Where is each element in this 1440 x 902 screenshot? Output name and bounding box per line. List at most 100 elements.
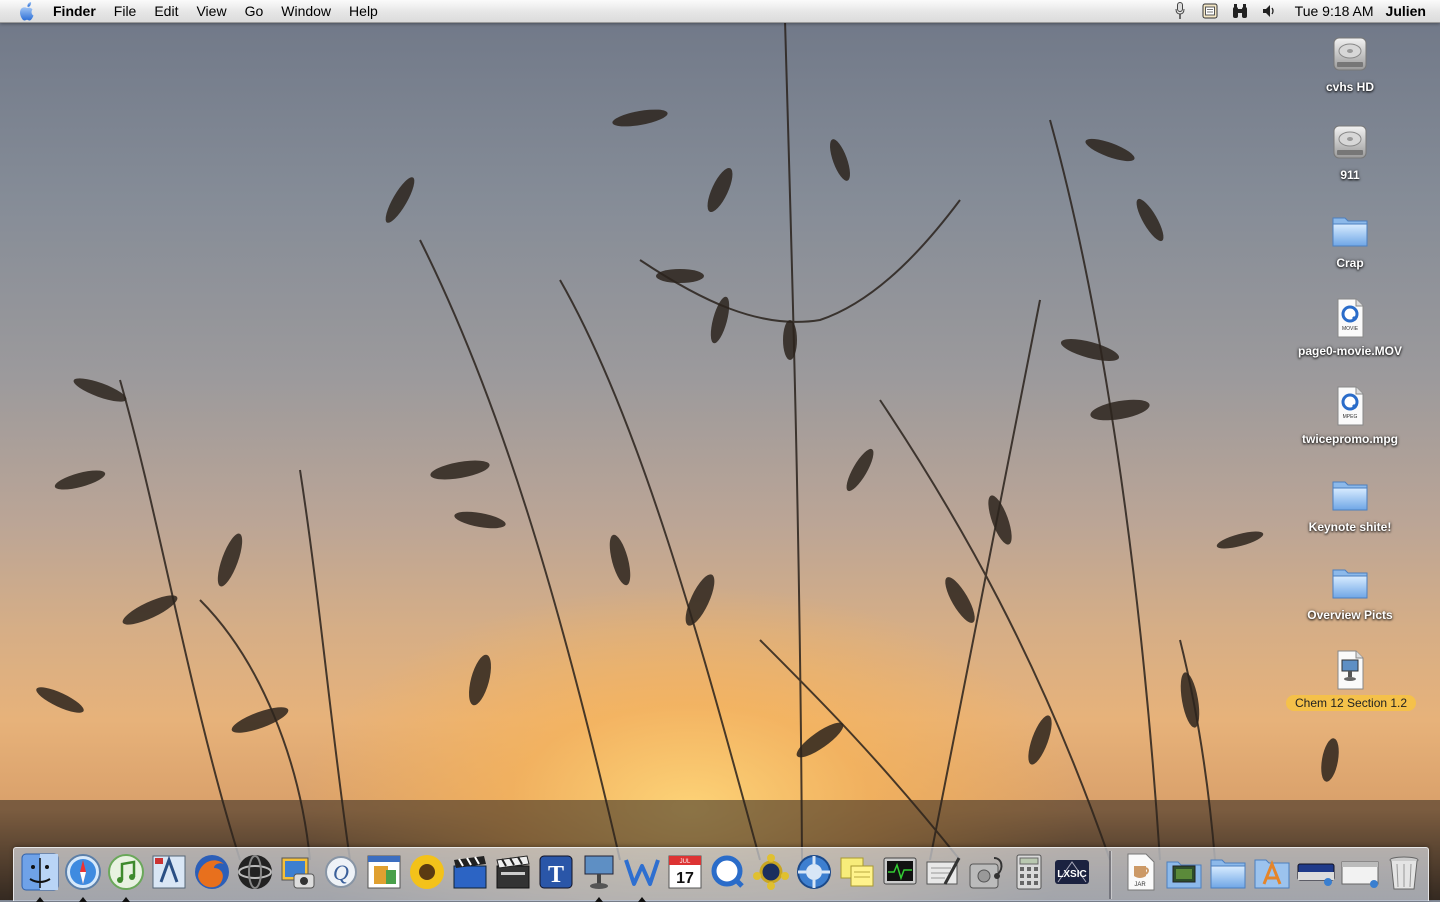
menu-clock[interactable]: Tue 9:18 AM xyxy=(1285,3,1386,19)
menu-finder[interactable]: Finder xyxy=(44,0,105,22)
desktop-item-crap[interactable]: Crap xyxy=(1286,208,1414,272)
dock-item-keynote[interactable] xyxy=(579,852,619,902)
dock-item-ical[interactable]: JUL 17 xyxy=(665,852,705,892)
dock-item-network[interactable] xyxy=(751,852,791,892)
dock-item-word[interactable] xyxy=(622,852,662,902)
quicktime-icon xyxy=(711,855,744,888)
mail-icon xyxy=(152,855,186,889)
dock-item-activity-monitor[interactable] xyxy=(880,852,920,892)
desktop-item-keynote-shite[interactable]: Keynote shite! xyxy=(1286,472,1414,536)
dock-item-camino[interactable] xyxy=(235,852,275,892)
dock-item-iphoto[interactable] xyxy=(278,852,318,892)
desktop-item-chem-12[interactable]: Chem 12 Section 1.2 xyxy=(1286,648,1417,712)
dock-item-quicksilver[interactable]: Q xyxy=(321,852,361,892)
dock: Q T JUL 17 LXSIC JAR xyxy=(13,847,1429,902)
dock-item-drive-stack[interactable] xyxy=(1296,852,1336,892)
folder-icon xyxy=(1328,208,1372,252)
dock-item-calculator[interactable] xyxy=(1009,852,1049,892)
file-badge: MPEG xyxy=(1343,414,1358,420)
desktop-item-label: twicepromo.mpg xyxy=(1301,432,1398,446)
desktop-item-911[interactable]: 911 xyxy=(1286,120,1414,184)
jar-label: JAR xyxy=(1134,882,1146,888)
desktop-item-cvhs-hd[interactable]: cvhs HD xyxy=(1286,32,1414,96)
dock-item-textedit[interactable]: T xyxy=(536,852,576,892)
drive-stack-icon xyxy=(1297,863,1335,886)
final-cut-icon xyxy=(496,855,530,889)
folder-icon xyxy=(1328,560,1372,604)
dock-item-trash[interactable] xyxy=(1384,852,1424,892)
dock-item-jar-document[interactable]: JAR xyxy=(1120,852,1160,892)
dock-item-script-editor[interactable] xyxy=(923,852,963,892)
menu-edit[interactable]: Edit xyxy=(145,0,187,22)
desktop-item-label: cvhs HD xyxy=(1325,80,1375,94)
lexis-icon: LXSIC xyxy=(1055,860,1089,884)
dock-item-final-cut[interactable] xyxy=(493,852,533,892)
dock-item-screenshot-folder[interactable] xyxy=(1164,852,1204,892)
menu-window[interactable]: Window xyxy=(272,0,340,22)
desktop-item-label: Chem 12 Section 1.2 xyxy=(1286,695,1417,711)
dock-item-documents-folder[interactable] xyxy=(1208,852,1248,892)
documents-folder-icon xyxy=(1210,859,1246,889)
firefox-icon xyxy=(195,855,229,889)
desktop-item-label: page0-movie.MOV xyxy=(1297,344,1403,358)
dock-item-firefox[interactable] xyxy=(192,852,232,892)
lexis-label: LXSIC xyxy=(1057,869,1086,880)
dock-item-mail[interactable] xyxy=(149,852,189,892)
script-menu-icon[interactable] xyxy=(1199,0,1221,22)
camino-icon xyxy=(238,855,272,889)
grass-silhouette xyxy=(0,19,1440,900)
desktop-item-label: Overview Picts xyxy=(1307,608,1393,622)
dock-item-sunflower[interactable] xyxy=(407,852,447,892)
binoculars-icon[interactable] xyxy=(1229,0,1251,22)
calculator-icon xyxy=(1016,854,1042,890)
apple-logo-icon xyxy=(20,1,34,20)
svg-text:Q: Q xyxy=(333,860,349,885)
hard-drive-icon xyxy=(1328,32,1372,76)
dock-item-quicktime[interactable] xyxy=(708,852,748,892)
dock-item-disk-utility[interactable] xyxy=(966,852,1006,892)
dock-item-window-stack[interactable] xyxy=(1340,852,1380,892)
itunes-icon xyxy=(108,854,144,890)
desktop-item-label: Keynote shite! xyxy=(1308,520,1392,534)
dock-item-finder[interactable] xyxy=(20,852,60,902)
menu-view[interactable]: View xyxy=(187,0,235,22)
network-icon xyxy=(753,854,789,890)
preview-icon xyxy=(367,855,401,889)
menu-go[interactable]: Go xyxy=(236,0,273,22)
quicksilver-icon: Q xyxy=(325,856,357,888)
jar-document-icon: JAR xyxy=(1127,853,1155,891)
safari-icon xyxy=(65,854,101,890)
desktop-item-page0-movie[interactable]: MOVIE page0-movie.MOV xyxy=(1286,296,1414,360)
dock-item-applications-folder[interactable] xyxy=(1252,852,1292,892)
svg-text:T: T xyxy=(548,862,564,888)
window-stack-icon xyxy=(1341,861,1379,888)
keynote-file-icon xyxy=(1328,648,1372,692)
desktop-item-twicepromo[interactable]: MPEG twicepromo.mpg xyxy=(1286,384,1414,448)
fast-user-switch[interactable]: Julien xyxy=(1386,3,1440,19)
dock-item-imovie[interactable] xyxy=(450,852,490,892)
ical-day: 17 xyxy=(676,870,694,887)
dock-item-lexis[interactable]: LXSIC xyxy=(1052,852,1092,892)
desktop-item-overview-picts[interactable]: Overview Picts xyxy=(1286,560,1414,624)
screenshot-folder-icon xyxy=(1166,861,1202,889)
volume-icon[interactable] xyxy=(1259,0,1281,22)
dock-item-stickies[interactable] xyxy=(837,852,877,892)
apple-menu[interactable] xyxy=(12,0,42,22)
applications-folder-icon xyxy=(1254,859,1290,889)
menu-help[interactable]: Help xyxy=(340,0,387,22)
microphone-icon[interactable] xyxy=(1169,0,1191,22)
desktop-item-label: Crap xyxy=(1336,256,1364,270)
ical-icon: JUL 17 xyxy=(668,855,702,889)
dock-item-preview[interactable] xyxy=(364,852,404,892)
trash-icon xyxy=(1389,856,1419,890)
dock-item-safari[interactable] xyxy=(63,852,103,902)
dock-item-system-preferences[interactable] xyxy=(794,852,834,892)
textedit-icon: T xyxy=(539,855,573,889)
folder-icon xyxy=(1328,472,1372,516)
sunflower-icon xyxy=(410,855,444,889)
menu-extras: Tue 9:18 AM Julien xyxy=(1165,0,1440,22)
menu-file[interactable]: File xyxy=(105,0,146,22)
dock-item-itunes[interactable] xyxy=(106,852,146,902)
activity-monitor-icon xyxy=(883,857,917,885)
hard-drive-icon xyxy=(1328,120,1372,164)
